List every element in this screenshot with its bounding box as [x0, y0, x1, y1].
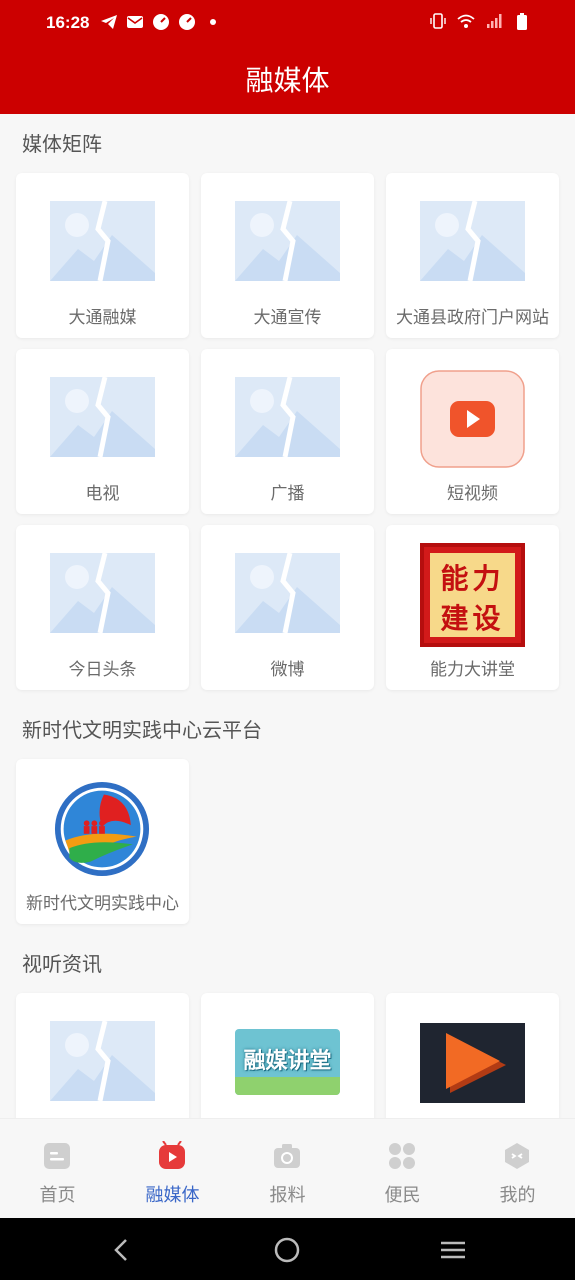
media-card-gov-portal[interactable]: 大通县政府门户网站	[386, 173, 559, 338]
content-scroll-area[interactable]: 媒体矩阵 大通融媒 大通宣传 大通县政府门户网站 电视 广播 短视频 今日头条 …	[0, 114, 575, 1118]
media-card-short-video[interactable]: 短视频	[386, 349, 559, 514]
nav-item-mine[interactable]: 我的	[460, 1119, 575, 1219]
system-nav-bar	[0, 1218, 575, 1280]
media-card-label: 广播	[270, 484, 305, 504]
section-title-media-matrix: 媒体矩阵	[22, 132, 102, 156]
media-card-label: 能力大讲堂	[430, 660, 515, 680]
civilization-center-logo	[54, 781, 150, 877]
image-placeholder-icon	[235, 553, 340, 633]
section-title-civilization: 新时代文明实践中心云平台	[22, 718, 262, 742]
media-card-tv[interactable]: 电视	[16, 349, 189, 514]
wifi-icon	[457, 14, 475, 28]
telegram-icon	[101, 15, 117, 29]
video-play-icon	[420, 370, 525, 468]
signal-icon	[487, 14, 502, 28]
status-time: 16:28	[46, 13, 90, 32]
home-icon	[44, 1143, 70, 1169]
image-placeholder-icon	[235, 201, 340, 281]
media-card-label: 短视频	[447, 484, 498, 504]
nav-label: 首页	[39, 1185, 76, 1206]
media-card-label: 大通融媒	[68, 308, 137, 328]
grid-icon	[389, 1143, 415, 1169]
nav-label: 报料	[269, 1185, 306, 1206]
ability-logo-line1: 能力	[440, 562, 505, 595]
title-bar: 融媒体	[0, 48, 575, 114]
ability-logo-line2: 建设	[440, 602, 505, 635]
gauge-icon	[179, 14, 195, 30]
status-system-icons	[429, 12, 531, 30]
nav-item-report[interactable]: 报料	[230, 1119, 345, 1219]
nav-item-media[interactable]: 融媒体	[115, 1119, 230, 1219]
battery-icon	[517, 13, 527, 30]
back-icon[interactable]	[107, 1235, 137, 1265]
media-card-weibo[interactable]: 微博	[201, 525, 374, 690]
civilization-card-label: 新时代文明实践中心	[26, 894, 179, 914]
page-title: 融媒体	[245, 64, 330, 97]
media-card-ability-lecture[interactable]: 能力 建设 能力大讲堂	[386, 525, 559, 690]
civilization-center-card[interactable]: 新时代文明实践中心	[16, 759, 189, 924]
nav-label: 便民	[384, 1185, 421, 1206]
media-card-label: 大通县政府门户网站	[396, 308, 549, 328]
vibrate-icon	[430, 13, 446, 29]
image-placeholder-icon	[50, 1021, 155, 1101]
image-placeholder-icon	[420, 201, 525, 281]
media-card-label: 大通宣传	[253, 308, 322, 328]
media-card-toutiao[interactable]: 今日头条	[16, 525, 189, 690]
rongmei-lecture-banner-text: 融媒讲堂	[243, 1049, 332, 1074]
status-bar: 16:28	[0, 0, 575, 48]
dot-icon	[210, 19, 216, 25]
media-card-label: 电视	[85, 484, 120, 504]
status-notification-icons	[100, 13, 222, 31]
gauge-icon	[153, 14, 169, 30]
section-title-av-news: 视听资讯	[22, 952, 102, 976]
image-placeholder-icon	[50, 377, 155, 457]
ability-building-logo: 能力 建设	[420, 543, 525, 647]
rongmei-lecture-banner: 融媒讲堂	[235, 1029, 340, 1095]
news-card-rongmei-lecture[interactable]: 融媒讲堂	[201, 993, 374, 1118]
nav-item-services[interactable]: 便民	[345, 1119, 460, 1219]
image-placeholder-icon	[50, 553, 155, 633]
nav-label: 融媒体	[145, 1185, 200, 1206]
nav-item-home[interactable]: 首页	[0, 1119, 115, 1219]
camera-icon	[274, 1144, 300, 1168]
image-placeholder-icon	[235, 377, 340, 457]
mail-icon	[127, 16, 143, 28]
home-circle-icon[interactable]	[272, 1235, 302, 1265]
media-card-datong-xuanchuan[interactable]: 大通宣传	[201, 173, 374, 338]
media-play-icon	[159, 1141, 185, 1169]
image-placeholder-icon	[50, 201, 155, 281]
recents-menu-icon[interactable]	[438, 1235, 468, 1265]
media-card-datong-rongmei[interactable]: 大通融媒	[16, 173, 189, 338]
media-card-label: 今日头条	[68, 660, 137, 680]
profile-icon	[505, 1143, 529, 1169]
video-play-thumb	[420, 1023, 525, 1103]
news-card-video[interactable]	[386, 993, 559, 1118]
bottom-nav: 首页 融媒体 报料 便民 我的	[0, 1118, 575, 1218]
news-card-1[interactable]	[16, 993, 189, 1118]
media-card-radio[interactable]: 广播	[201, 349, 374, 514]
nav-label: 我的	[499, 1185, 536, 1206]
media-card-label: 微博	[270, 660, 305, 680]
